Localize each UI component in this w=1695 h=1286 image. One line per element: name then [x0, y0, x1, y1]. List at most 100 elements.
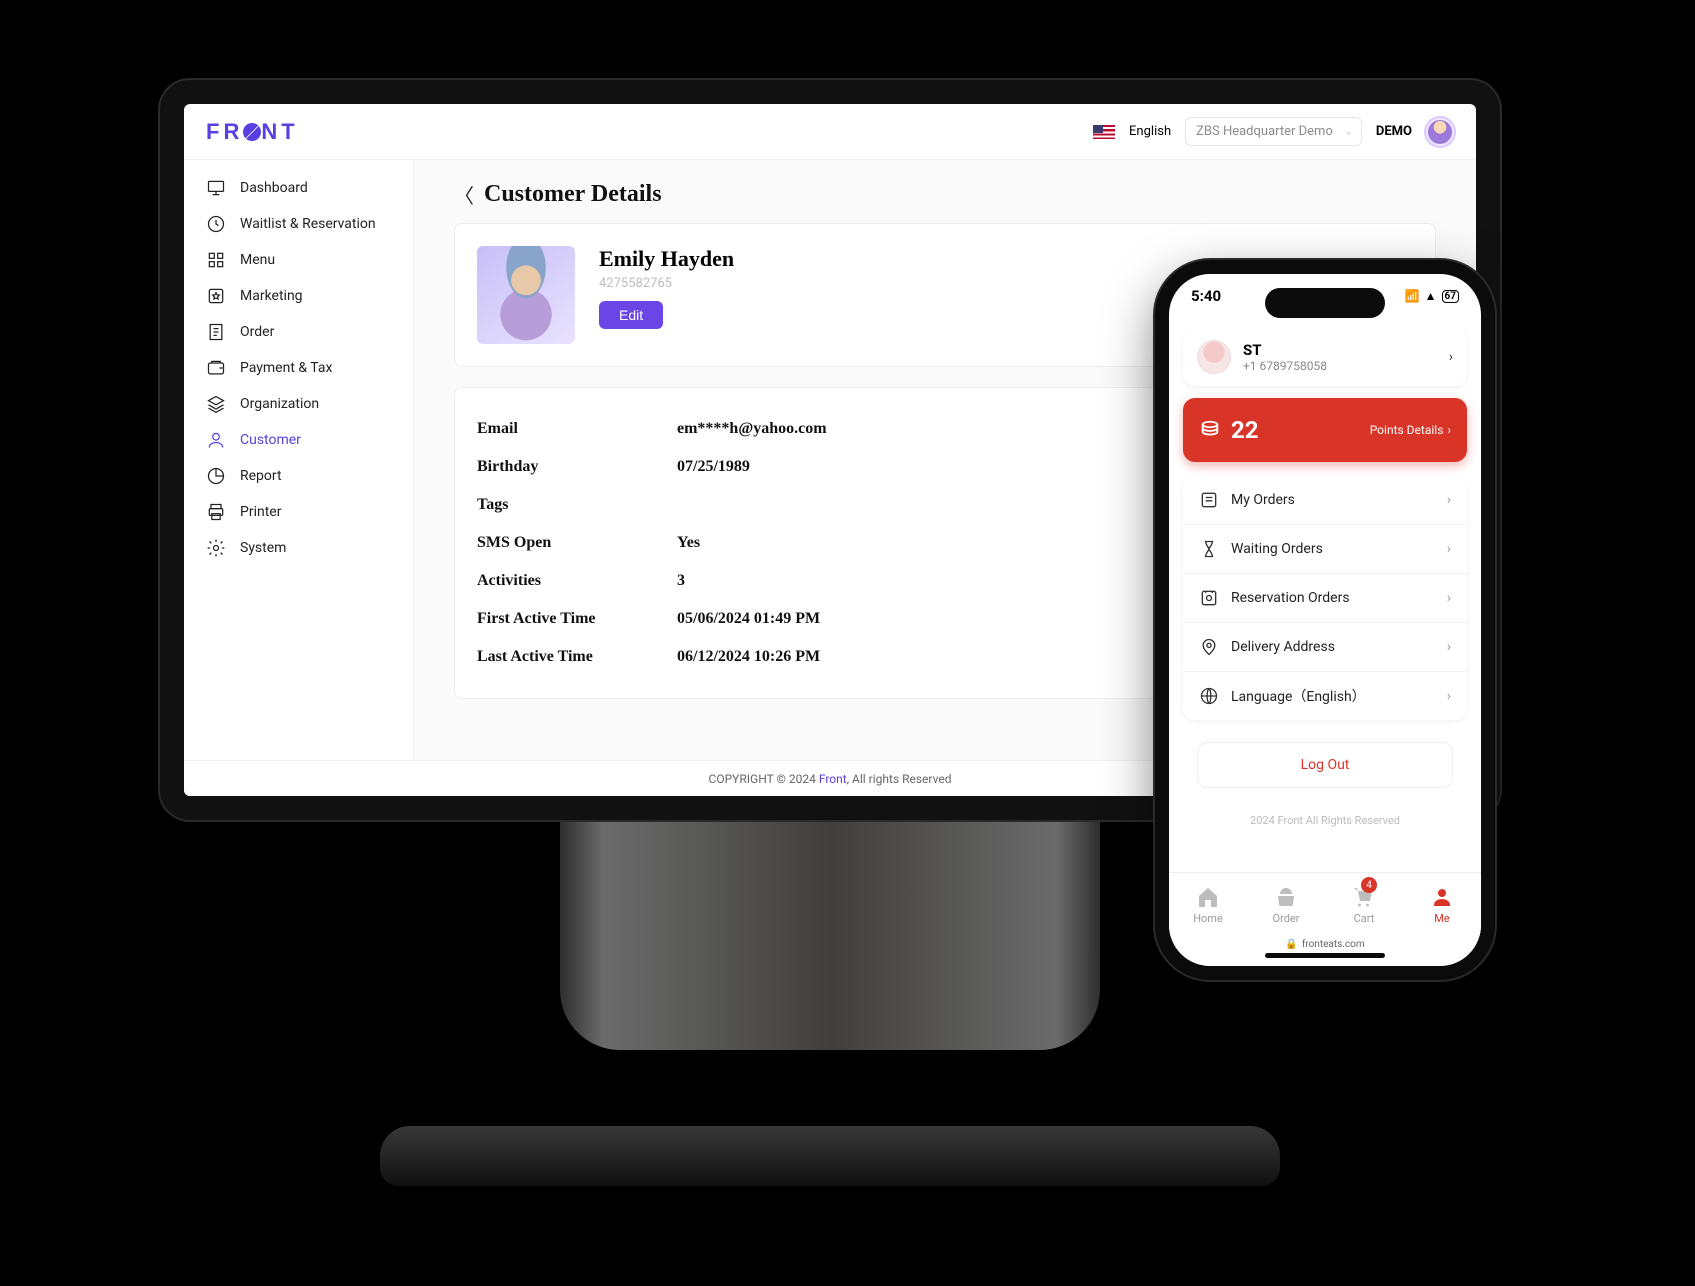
phone-menu-item[interactable]: Delivery Address ›	[1183, 623, 1467, 672]
info-label: Tags	[477, 496, 677, 514]
sidebar-item-report[interactable]: Report	[184, 458, 413, 494]
phone-menu-item[interactable]: Language（English） ›	[1183, 672, 1467, 720]
footer-link[interactable]: Front	[819, 772, 847, 786]
sidebar-item-customer[interactable]: Customer	[184, 422, 413, 458]
tab-order[interactable]: Order	[1247, 873, 1325, 936]
sidebar-item-label: Organization	[240, 396, 319, 412]
tab-me[interactable]: Me	[1403, 873, 1481, 936]
phone-menu-label: Language（English）	[1231, 686, 1366, 706]
piechart-icon	[206, 466, 226, 486]
edit-button[interactable]: Edit	[599, 301, 663, 329]
coins-icon	[1199, 419, 1221, 441]
tab-label: Cart	[1354, 912, 1375, 925]
phone-url-bar: 🔒 fronteats.com	[1285, 939, 1364, 950]
info-label: Email	[477, 420, 677, 438]
battery-icon: 67	[1442, 290, 1459, 303]
customer-photo	[477, 246, 575, 344]
chevron-right-icon: ›	[1447, 492, 1451, 508]
sidebar-item-dashboard[interactable]: Dashboard	[184, 170, 413, 206]
tab-label: Order	[1273, 912, 1300, 925]
phone-menu-item[interactable]: My Orders ›	[1183, 476, 1467, 525]
info-value: 3	[677, 572, 685, 590]
location-select[interactable]: ZBS Headquarter Demo ⌄	[1185, 117, 1362, 146]
home-indicator	[1265, 953, 1385, 958]
account-avatar[interactable]	[1426, 118, 1454, 146]
points-value: 22	[1231, 416, 1259, 444]
wifi-icon: ▲	[1425, 289, 1437, 303]
tab-cart[interactable]: Cart 4	[1325, 873, 1403, 936]
sidebar-item-menu[interactable]: Menu	[184, 242, 413, 278]
points-card[interactable]: 22 Points Details ›	[1183, 398, 1467, 462]
chevron-right-icon: ›	[1447, 590, 1451, 606]
phone-url: fronteats.com	[1302, 939, 1365, 950]
sidebar-item-label: Order	[240, 324, 274, 340]
page-title: Customer Details	[484, 181, 662, 208]
lock-icon: 🔒	[1285, 939, 1297, 950]
pin-icon	[1199, 637, 1219, 657]
chevron-down-icon: ⌄	[1345, 126, 1353, 137]
chevron-right-icon: ›	[1447, 688, 1451, 704]
info-label: Last Active Time	[477, 648, 677, 666]
location-value: ZBS Headquarter Demo	[1196, 124, 1333, 139]
status-time: 5:40	[1191, 287, 1221, 305]
phone-menu-item[interactable]: Waiting Orders ›	[1183, 525, 1467, 574]
info-value: 06/12/2024 10:26 PM	[677, 648, 820, 666]
printer-icon	[206, 502, 226, 522]
order-icon	[1274, 885, 1298, 909]
person-icon	[206, 430, 226, 450]
sidebar-item-label: Report	[240, 468, 282, 484]
sidebar-item-system[interactable]: System	[184, 530, 413, 566]
phone-menu-label: Delivery Address	[1231, 639, 1335, 655]
back-chevron-icon[interactable]: 〈	[454, 180, 474, 209]
chevron-right-icon: ›	[1449, 349, 1453, 365]
home-icon	[1196, 885, 1220, 909]
sidebar-item-order[interactable]: Order	[184, 314, 413, 350]
star-badge-icon	[206, 286, 226, 306]
phone-copyright: 2024 Front All Rights Reserved	[1183, 814, 1467, 827]
customer-name: Emily Hayden	[599, 246, 734, 272]
wallet-icon	[206, 358, 226, 378]
info-value: 07/25/1989	[677, 458, 750, 476]
phone-menu-item[interactable]: Reservation Orders ›	[1183, 574, 1467, 623]
gear-icon	[206, 538, 226, 558]
desktop-header: FRNT English ZBS Headquarter Demo ⌄ DEMO	[184, 104, 1476, 160]
tab-label: Home	[1193, 912, 1223, 925]
hourglass-icon	[1199, 539, 1219, 559]
phone-menu: My Orders › Waiting Orders › Reservation…	[1183, 476, 1467, 720]
sidebar: Dashboard Waitlist & Reservation Menu Ma…	[184, 160, 414, 760]
phone-menu-label: Reservation Orders	[1231, 590, 1350, 606]
monitor-icon	[206, 178, 226, 198]
profile-avatar-icon	[1197, 340, 1231, 374]
language-label[interactable]: English	[1129, 124, 1171, 139]
sidebar-item-printer[interactable]: Printer	[184, 494, 413, 530]
phone-menu-label: My Orders	[1231, 492, 1295, 508]
app-logo: FRNT	[206, 119, 299, 145]
footer-prefix: COPYRIGHT © 2024	[709, 772, 816, 786]
receipt-icon	[206, 322, 226, 342]
logout-button[interactable]: Log Out	[1197, 742, 1453, 788]
flag-icon	[1093, 125, 1115, 139]
sidebar-item-label: Payment & Tax	[240, 360, 332, 376]
sidebar-item-organization[interactable]: Organization	[184, 386, 413, 422]
chevron-right-icon: ›	[1447, 423, 1451, 437]
sidebar-item-label: Menu	[240, 252, 275, 268]
tab-label: Me	[1434, 912, 1449, 925]
cart-badge: 4	[1361, 877, 1377, 893]
sidebar-item-label: System	[240, 540, 286, 556]
sidebar-item-marketing[interactable]: Marketing	[184, 278, 413, 314]
chevron-right-icon: ›	[1447, 639, 1451, 655]
sidebar-item-payment-tax[interactable]: Payment & Tax	[184, 350, 413, 386]
info-value: 05/06/2024 01:49 PM	[677, 610, 820, 628]
grid-icon	[206, 250, 226, 270]
profile-phone: +1 6789758058	[1243, 359, 1327, 373]
footer-suffix: , All rights Reserved	[847, 772, 952, 786]
sidebar-item-label: Printer	[240, 504, 281, 520]
phone-screen: 5:40 📶 ▲ 67 ST +1 6789758058 › 22 Points…	[1155, 260, 1495, 980]
profile-row[interactable]: ST +1 6789758058 ›	[1183, 328, 1467, 386]
clock-icon	[206, 214, 226, 234]
sidebar-item-waitlist-reservation[interactable]: Waitlist & Reservation	[184, 206, 413, 242]
info-value: Yes	[677, 534, 700, 552]
signal-icon: 📶	[1405, 289, 1420, 303]
tab-home[interactable]: Home	[1169, 873, 1247, 936]
info-label: Activities	[477, 572, 677, 590]
